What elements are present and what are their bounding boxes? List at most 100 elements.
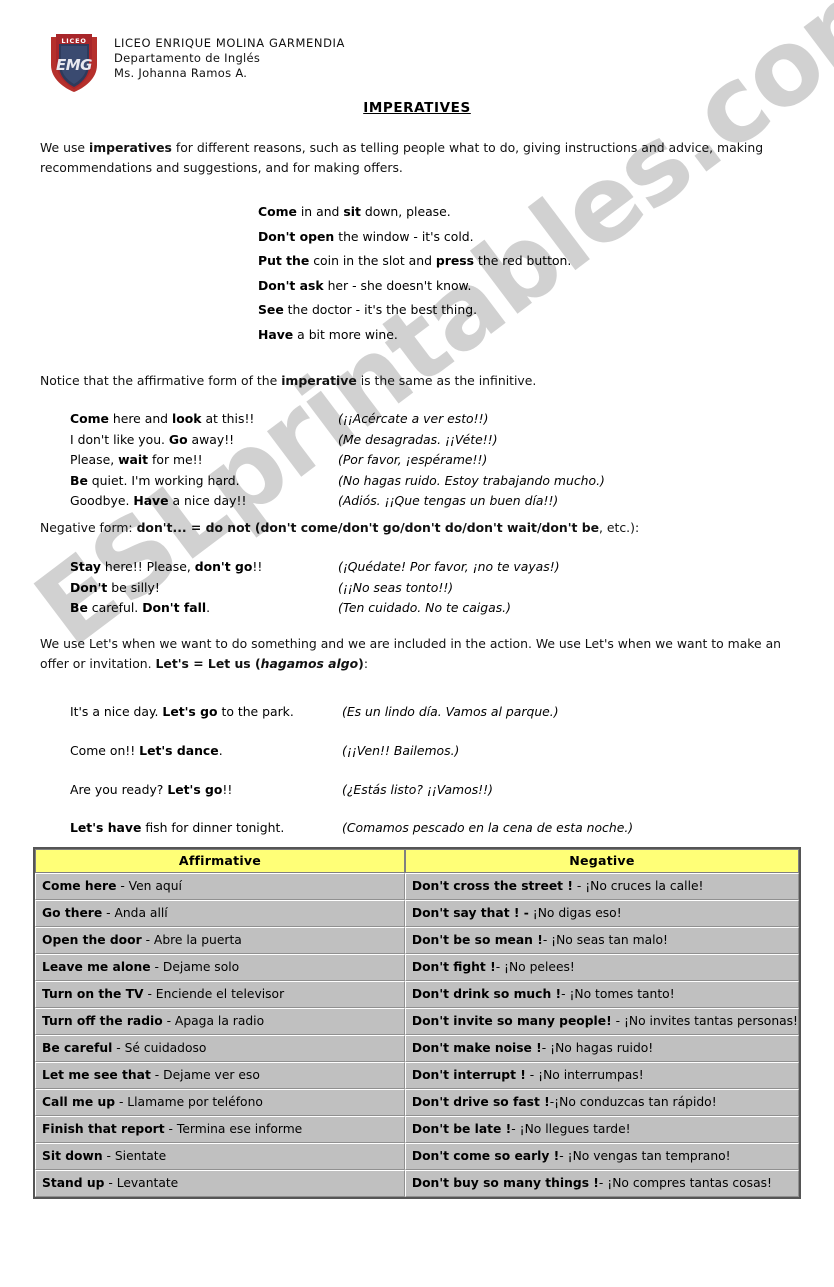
negative-form-paragraph: Negative form: don't... = do not (don't … (40, 518, 800, 538)
cell-negative: Don't drive so fast !-¡No conduzcas tan … (404, 1089, 799, 1116)
example-bold: Have (133, 493, 169, 508)
affirmative-phrase: Finish that report (42, 1122, 165, 1136)
cell-affirmative: Stand up - Levantate (35, 1170, 405, 1197)
example-spanish: (¡¡Acércate a ver esto!!) (338, 411, 489, 426)
liceo-crest-logo: LICEO EMG (51, 34, 97, 92)
example-text-2: for me!! (148, 452, 203, 467)
example-spanish: (Es un lindo día. Vamos al parque.) (342, 704, 559, 719)
affirmative-translation: - Dejame solo (150, 960, 240, 974)
cell-affirmative: Be careful - Sé cuidadoso (35, 1035, 405, 1062)
example-bold: wait (118, 452, 149, 467)
example-text-2: careful. (87, 600, 143, 615)
table-row: Turn on the TV - Enciende el televisor Do… (35, 981, 799, 1008)
example-english: Be careful. Don't fall. (70, 598, 338, 619)
imperatives-table: Affirmative Negative Come here - Ven aqu… (33, 847, 801, 1199)
example-text-2: the red button. (474, 253, 572, 268)
example-row: Be quiet. I'm working hard. (No hagas ru… (70, 471, 605, 492)
example-bold-2: look (171, 411, 202, 426)
example-english: Be quiet. I'm working hard. (70, 471, 338, 492)
example-text: It's a nice day. (70, 704, 163, 719)
example-text: the doctor - it's the best thing. (283, 302, 478, 317)
example-text-2: a nice day!! (168, 493, 247, 508)
example-text-3: . (206, 600, 211, 615)
example-text: Goodbye. (70, 493, 134, 508)
school-name: LICEO ENRIQUE MOLINA GARMENDIA (114, 36, 346, 50)
example-spanish: (Ten cuidado. No te caigas.) (338, 600, 511, 615)
department-name: Departamento de Inglés (114, 51, 261, 65)
negative-translation: - ¡No invites tantas personas! (611, 1014, 798, 1028)
affirmative-translation: - Termina ese informe (164, 1122, 303, 1136)
negative-translation: - ¡No tomes tanto! (561, 987, 675, 1001)
school-info-block: LICEO ENRIQUE MOLINA GARMENDIA Departame… (114, 32, 345, 81)
worksheet-page: LICEO EMG LICEO ENRIQUE MOLINA GARMENDIA… (0, 0, 834, 1287)
negative-translation: - ¡No hagas ruido! (541, 1041, 654, 1055)
cell-negative: Don't cross the street ! - ¡No cruces la… (404, 873, 799, 900)
example-text-3: at this!! (201, 411, 255, 426)
intro-bold-imperatives: imperatives (88, 140, 172, 155)
example-text: coin in the slot and (309, 253, 436, 268)
example-english: Come here and look at this!! (70, 409, 338, 430)
example-text-2: here!! Please, (100, 559, 195, 574)
example-line: Don't open the window - it's cold. (258, 225, 571, 250)
example-bold: Don't ask (258, 277, 324, 293)
table-row: Go there - Anda allí Don't say that ! - ¡… (35, 900, 799, 927)
negative-translation: - ¡No vengas tan temprano! (559, 1149, 731, 1163)
negative-phrase: Don't drink so much ! (411, 987, 562, 1001)
notice-paragraph: Notice that the affirmative form of the … (40, 371, 792, 391)
notice-bold-imperative: imperative (281, 373, 357, 388)
example-bold-2: press (435, 253, 475, 268)
affirmative-translation: - Anda allí (102, 906, 168, 920)
example-bold: Don't (70, 579, 108, 595)
affirmative-phrase: Leave me alone (42, 960, 151, 974)
table-row: Let me see that - Dejame ver eso Don't in… (35, 1062, 799, 1089)
negative-text-2: , etc.): (599, 520, 640, 535)
table-row: Finish that report - Termina ese informe… (35, 1116, 799, 1143)
cell-negative: Don't interrupt ! - ¡No interrumpas! (404, 1062, 799, 1089)
example-line: See the doctor - it's the best thing. (258, 298, 571, 323)
lets-paragraph: We use Let's when we want to do somethin… (40, 634, 792, 674)
example-english: Stay here!! Please, don't go!! (70, 557, 338, 578)
example-bold: Let's go (162, 704, 218, 719)
example-row: Don't be silly! (¡¡No seas tonto!!) (70, 578, 560, 599)
cell-affirmative: Sit down - Sientate (35, 1143, 405, 1170)
example-bold: Go (168, 431, 188, 447)
example-text: Come on!! (70, 742, 140, 758)
affirmative-translation: - Levantate (104, 1176, 179, 1190)
example-english: Are you ready? Let's go!! (70, 771, 342, 810)
example-line: Put the coin in the slot and press the r… (258, 249, 571, 274)
example-bold: Put the (258, 253, 310, 268)
table-row: Turn off the radio - Apaga la radio Don't… (35, 1008, 799, 1035)
affirmative-translation: - Dejame ver eso (150, 1068, 260, 1082)
example-text-2: fish for dinner tonight. (141, 820, 285, 836)
negative-translation: - ¡No seas tan malo! (542, 933, 668, 947)
example-text-2: !! (222, 781, 233, 797)
example-row: Let's have fish for dinner tonight. (Com… (70, 809, 633, 848)
example-row: Goodbye. Have a nice day!! (Adiós. ¡¡Que… (70, 491, 605, 512)
example-bold-2: don't go (194, 559, 253, 574)
affirmative-translation: - Enciende el televisor (143, 987, 285, 1001)
table-row: Call me up - Llamame por teléfono Don't d… (35, 1089, 799, 1116)
example-text-2: . (218, 742, 223, 758)
example-text-2: here and (108, 411, 172, 426)
affirmative-phrase: Open the door (42, 933, 142, 947)
negative-translation: - ¡No pelees! (495, 960, 575, 974)
negative-translation: ¡No digas eso! (528, 906, 622, 920)
affirmative-phrase: Go there (42, 906, 103, 920)
example-bold: See (258, 302, 284, 317)
intro-paragraph: We use imperatives for different reasons… (40, 138, 792, 178)
example-text: I don't like you. (70, 431, 169, 447)
example-text: Please, (70, 452, 119, 467)
negative-translation: -¡No conduzcas tan rápido! (549, 1095, 717, 1109)
cell-negative: Don't invite so many people! - ¡No invit… (404, 1008, 799, 1035)
example-spanish: (Adiós. ¡¡Que tengas un buen día!!) (338, 493, 559, 508)
example-text-3: !! (252, 559, 263, 574)
affirmative-translation: - Sientate (102, 1149, 167, 1163)
example-bold: Let's dance (139, 742, 219, 758)
example-spanish: (Comamos pescado en la cena de esta noch… (342, 820, 634, 836)
affirmative-translation: - Sé cuidadoso (112, 1041, 207, 1055)
cell-affirmative: Call me up - Llamame por teléfono (35, 1089, 405, 1116)
table-row: Sit down - Sientate Don't come so early !… (35, 1143, 799, 1170)
example-bold: Have (258, 326, 294, 342)
affirmative-phrase: Turn off the radio (42, 1014, 163, 1028)
example-english: Come on!! Let's dance. (70, 732, 342, 771)
